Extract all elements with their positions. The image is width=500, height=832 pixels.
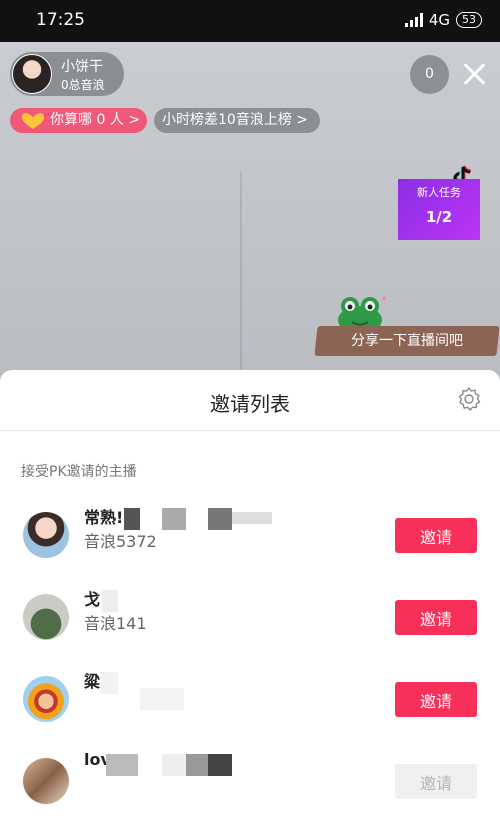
list-item: lov 邀请 — [0, 748, 500, 818]
redaction-block — [106, 754, 138, 776]
invite-button[interactable]: 邀请 — [395, 600, 477, 635]
share-banner[interactable]: 分享一下直播间吧 — [314, 326, 500, 356]
host-total-waves: 0总音浪 — [61, 78, 105, 92]
redaction-block — [232, 512, 272, 524]
redaction-block — [124, 508, 140, 530]
redaction-block — [140, 688, 184, 710]
redaction-block — [100, 672, 118, 694]
redaction-block — [102, 590, 118, 612]
row-waves: 音浪141 — [84, 614, 147, 633]
host-avatar[interactable] — [12, 54, 52, 94]
avatar[interactable] — [23, 676, 69, 722]
rank-pill[interactable]: 你算哪 0 人 > — [10, 108, 147, 133]
task-title: 新人任务 — [417, 186, 461, 199]
hour-rank-pill[interactable]: 小时榜差10音浪上榜 > — [154, 108, 320, 133]
list-item: 粱 邀请 — [0, 666, 500, 736]
row-name: 戈 — [84, 590, 101, 609]
redaction-block — [208, 754, 232, 776]
list-item: 常熟! 音浪5372 邀请 — [0, 502, 500, 572]
list-item: 戈 音浪141 邀请 — [0, 584, 500, 654]
close-icon[interactable] — [462, 62, 486, 86]
invite-button[interactable]: 邀请 — [395, 518, 477, 553]
network-label: 4G — [428, 11, 450, 29]
share-text: 分享一下直播间吧 — [351, 333, 463, 349]
avatar[interactable] — [23, 512, 69, 558]
task-count: 1/2 — [425, 208, 453, 226]
sheet-divider — [0, 430, 500, 431]
redaction-block — [162, 508, 186, 530]
host-name: 小饼干 — [61, 59, 103, 75]
invite-button[interactable]: 邀请 — [395, 764, 477, 799]
battery-icon: 53 — [456, 12, 482, 28]
newbie-task-card[interactable]: 新人任务 1/2 — [398, 179, 480, 240]
host-info[interactable]: 小饼干 0总音浪 — [10, 52, 124, 96]
row-name: 粱 — [84, 672, 101, 691]
redaction-block — [208, 508, 232, 530]
sheet-title: 邀请列表 — [210, 392, 290, 416]
rank-text: 你算哪 0 人 > — [50, 112, 140, 128]
signal-icon — [404, 13, 423, 27]
hour-rank-text: 小时榜差10音浪上榜 > — [162, 112, 308, 128]
heart-hands-icon — [21, 113, 45, 129]
live-stream-view: 小饼干 0总音浪 0 你算哪 0 人 > 小时榜差10音浪上榜 > 新人任务 1… — [0, 42, 500, 382]
section-label: 接受PK邀请的主播 — [21, 464, 137, 480]
status-indicators: 4G 53 — [404, 11, 482, 29]
row-name: 常熟! — [84, 508, 124, 527]
status-time: 17:25 — [36, 10, 85, 30]
invite-sheet: 邀请列表 接受PK邀请的主播 常熟! 音浪5372 邀请 戈 音浪141 邀请 … — [0, 370, 500, 832]
avatar[interactable] — [23, 758, 69, 804]
redaction-block — [186, 754, 208, 776]
background-stripe — [240, 172, 242, 382]
redaction-block — [162, 754, 186, 776]
row-waves: 音浪5372 — [84, 532, 157, 551]
avatar[interactable] — [23, 594, 69, 640]
gear-icon[interactable] — [456, 386, 482, 412]
viewer-count[interactable]: 0 — [410, 55, 449, 94]
status-bar: 17:25 4G 53 — [0, 0, 500, 42]
invite-button[interactable]: 邀请 — [395, 682, 477, 717]
